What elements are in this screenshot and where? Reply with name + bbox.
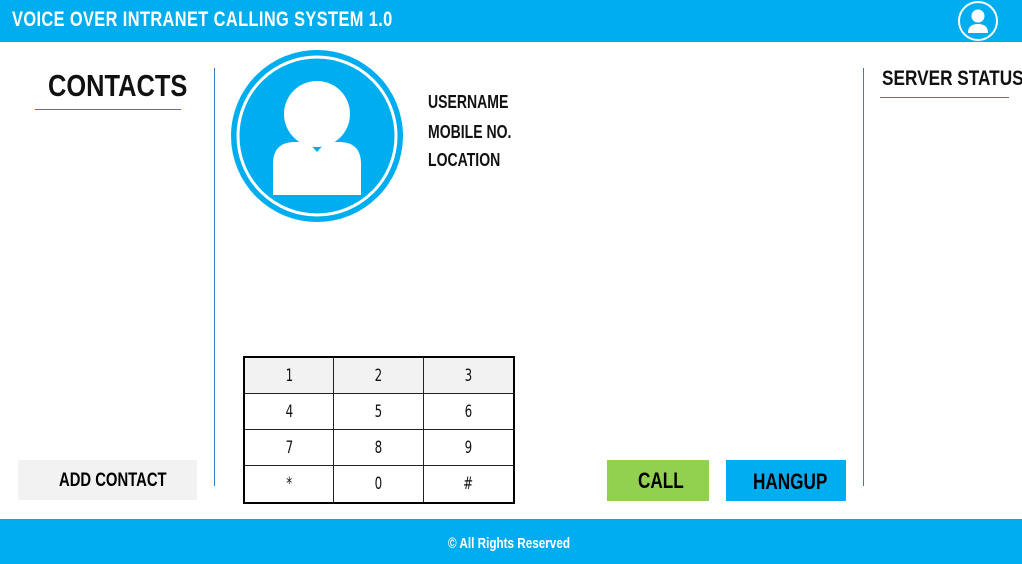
- server-status-divider: [880, 97, 1009, 98]
- mobile-label: MOBILE NO.: [428, 122, 512, 142]
- dial-keypad: 1 2 3 4 5 6 7 8 9 * 0 #: [243, 356, 515, 504]
- header-bar: VOICE OVER INTRANET CALLING SYSTEM 1.0: [0, 0, 1022, 42]
- add-contact-button[interactable]: ADD CONTACT: [18, 460, 197, 500]
- add-contact-label: ADD CONTACT: [59, 470, 167, 491]
- call-button[interactable]: CALL: [607, 460, 709, 501]
- keypad-key-5[interactable]: 5: [334, 394, 424, 430]
- hangup-label: HANGUP: [753, 469, 828, 494]
- app-title: VOICE OVER INTRANET CALLING SYSTEM 1.0: [12, 8, 393, 31]
- keypad-key-6[interactable]: 6: [423, 394, 513, 430]
- call-label: CALL: [638, 468, 684, 493]
- contacts-title: CONTACTS: [48, 68, 188, 103]
- user-avatar-icon[interactable]: [958, 1, 998, 41]
- keypad-key-9[interactable]: 9: [423, 430, 513, 466]
- keypad-key-7[interactable]: 7: [245, 430, 335, 466]
- keypad-key-star[interactable]: *: [245, 466, 335, 502]
- username-label: USERNAME: [428, 92, 509, 112]
- left-panel-divider: [214, 68, 215, 486]
- hangup-button[interactable]: HANGUP: [726, 460, 846, 501]
- location-label: LOCATION: [428, 150, 501, 170]
- keypad-key-8[interactable]: 8: [334, 430, 424, 466]
- keypad-key-3[interactable]: 3: [423, 358, 513, 394]
- keypad-key-4[interactable]: 4: [245, 394, 335, 430]
- keypad-key-1[interactable]: 1: [245, 358, 335, 394]
- user-avatar-icon: [231, 50, 403, 222]
- footer-bar: © All Rights Reserved: [0, 519, 1022, 564]
- keypad-key-2[interactable]: 2: [334, 358, 424, 394]
- server-status-title: SERVER STATUS: [882, 67, 1022, 90]
- right-panel-divider: [863, 68, 864, 486]
- keypad-key-hash[interactable]: #: [424, 466, 513, 502]
- keypad-key-0[interactable]: 0: [334, 466, 424, 502]
- footer-copyright: © All Rights Reserved: [448, 535, 570, 552]
- contacts-divider: [35, 109, 181, 110]
